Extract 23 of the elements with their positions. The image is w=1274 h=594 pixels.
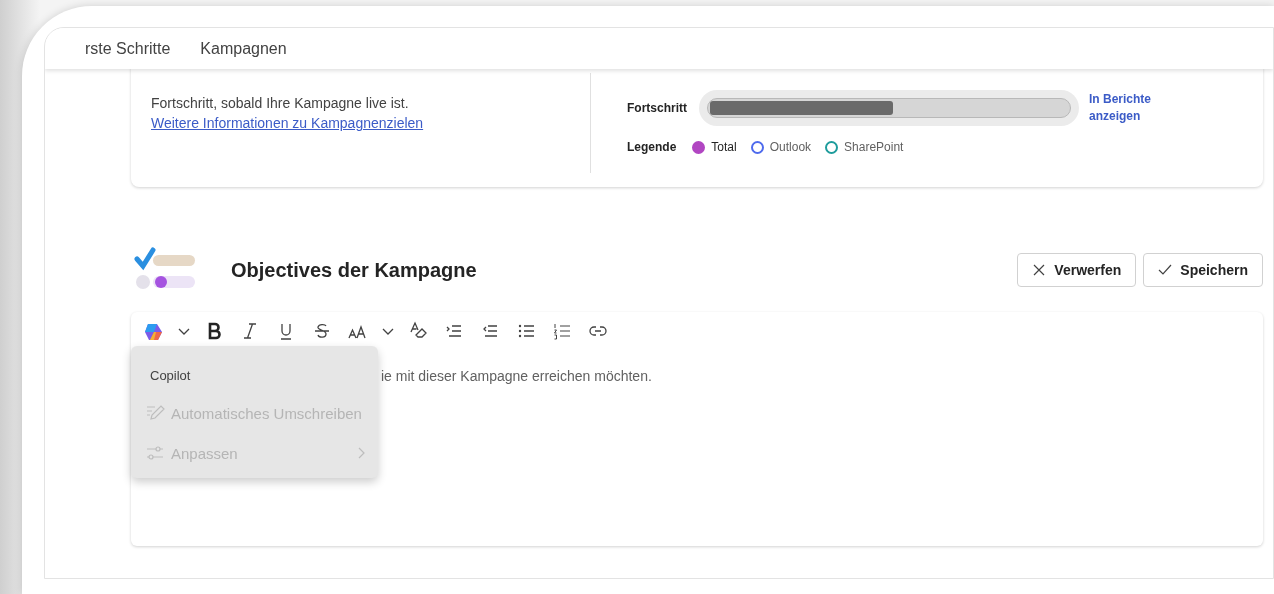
sliders-icon bbox=[145, 443, 165, 463]
reports-link[interactable]: In Berichte anzeigen bbox=[1089, 91, 1159, 125]
pencil-icon bbox=[145, 403, 165, 423]
numbered-list-icon[interactable] bbox=[552, 321, 572, 341]
description-text: Fortschritt, sobald Ihre Kampagne live ist. Weitere Informationen zu Kampagnenzielen bbox=[151, 94, 425, 133]
close-icon bbox=[1032, 263, 1047, 277]
legend-label: Outlook bbox=[769, 140, 812, 154]
copilot-icon[interactable] bbox=[144, 321, 164, 341]
menu-header: Copilot bbox=[150, 368, 191, 383]
section-title: Objectives der Kampagne bbox=[231, 258, 478, 282]
nav-tab[interactable]: rste Schritte bbox=[85, 39, 171, 58]
checkmark-icon bbox=[1158, 263, 1173, 277]
legend-label: Legende bbox=[627, 140, 677, 154]
nav-tab[interactable]: Kampagnen bbox=[200, 39, 287, 58]
legend-label: SharePoint bbox=[844, 140, 904, 154]
strikethrough-icon[interactable] bbox=[312, 321, 332, 341]
progress-label: Fortschritt bbox=[627, 101, 688, 115]
clear-formatting-icon[interactable] bbox=[408, 321, 428, 341]
legend-label: Total bbox=[711, 140, 737, 154]
save-button[interactable]: Speichern bbox=[1143, 253, 1263, 287]
placeholder-text: ie mit dieser Kampagne erreichen möchten. bbox=[381, 368, 653, 384]
discard-button[interactable]: Verwerfen bbox=[1017, 253, 1137, 287]
info-link[interactable]: Weitere Informationen zu Kampagnenzielen bbox=[151, 115, 424, 131]
